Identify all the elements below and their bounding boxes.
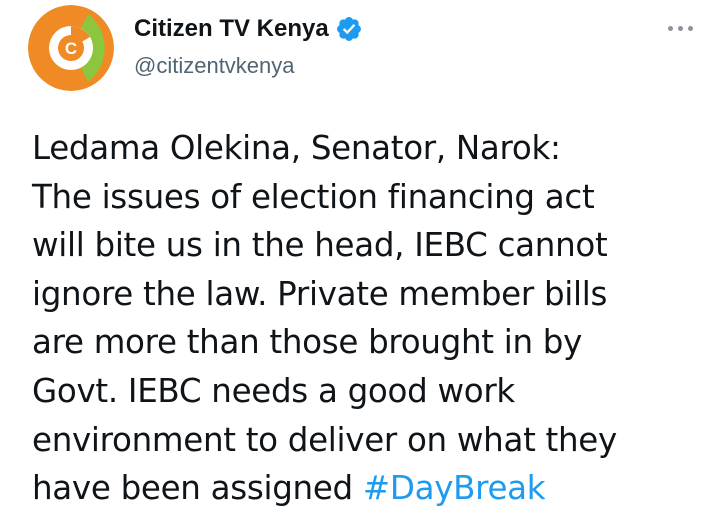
author-name-row: Citizen TV Kenya [134,14,363,44]
tweet-text-line: Ledama Olekina, Senator, Narok: [32,129,561,167]
verified-badge-icon [335,15,363,43]
tweet-text-line: Govt. IEBC needs a good work [32,371,515,410]
tweet-text-line: ignore the law. Private member bills [32,274,608,313]
more-options-icon-dot [687,25,693,31]
hashtag-link[interactable]: #DayBreak [363,469,546,507]
tweet-text-last-line: have been assigned #DayBreak [32,464,700,513]
tweet-text-line: will bite us in the head, IEBC cannot [32,226,608,265]
tweet-card: C Citizen TV Kenya @citizentvkenya Ledam… [0,0,720,521]
more-options-icon-dot [677,25,683,31]
author-display-name[interactable]: Citizen TV Kenya [134,14,329,44]
more-options-icon [667,25,673,31]
author-avatar[interactable]: C [28,5,114,91]
more-options-button[interactable] [660,14,700,42]
tweet-text-line: The issues of election financing act [32,177,595,216]
tweet-text-line: are more than those brought in by [32,323,583,362]
tweet-text: Ledama Olekina, Senator, Narok: The issu… [32,124,700,513]
tweet-text-line: environment to deliver on what they [32,420,617,459]
svg-text:C: C [65,39,77,58]
tweet-text-last-line-body: have been assigned [32,469,363,508]
author-handle[interactable]: @citizentvkenya [134,52,295,80]
citizen-tv-logo-icon: C [28,5,114,91]
